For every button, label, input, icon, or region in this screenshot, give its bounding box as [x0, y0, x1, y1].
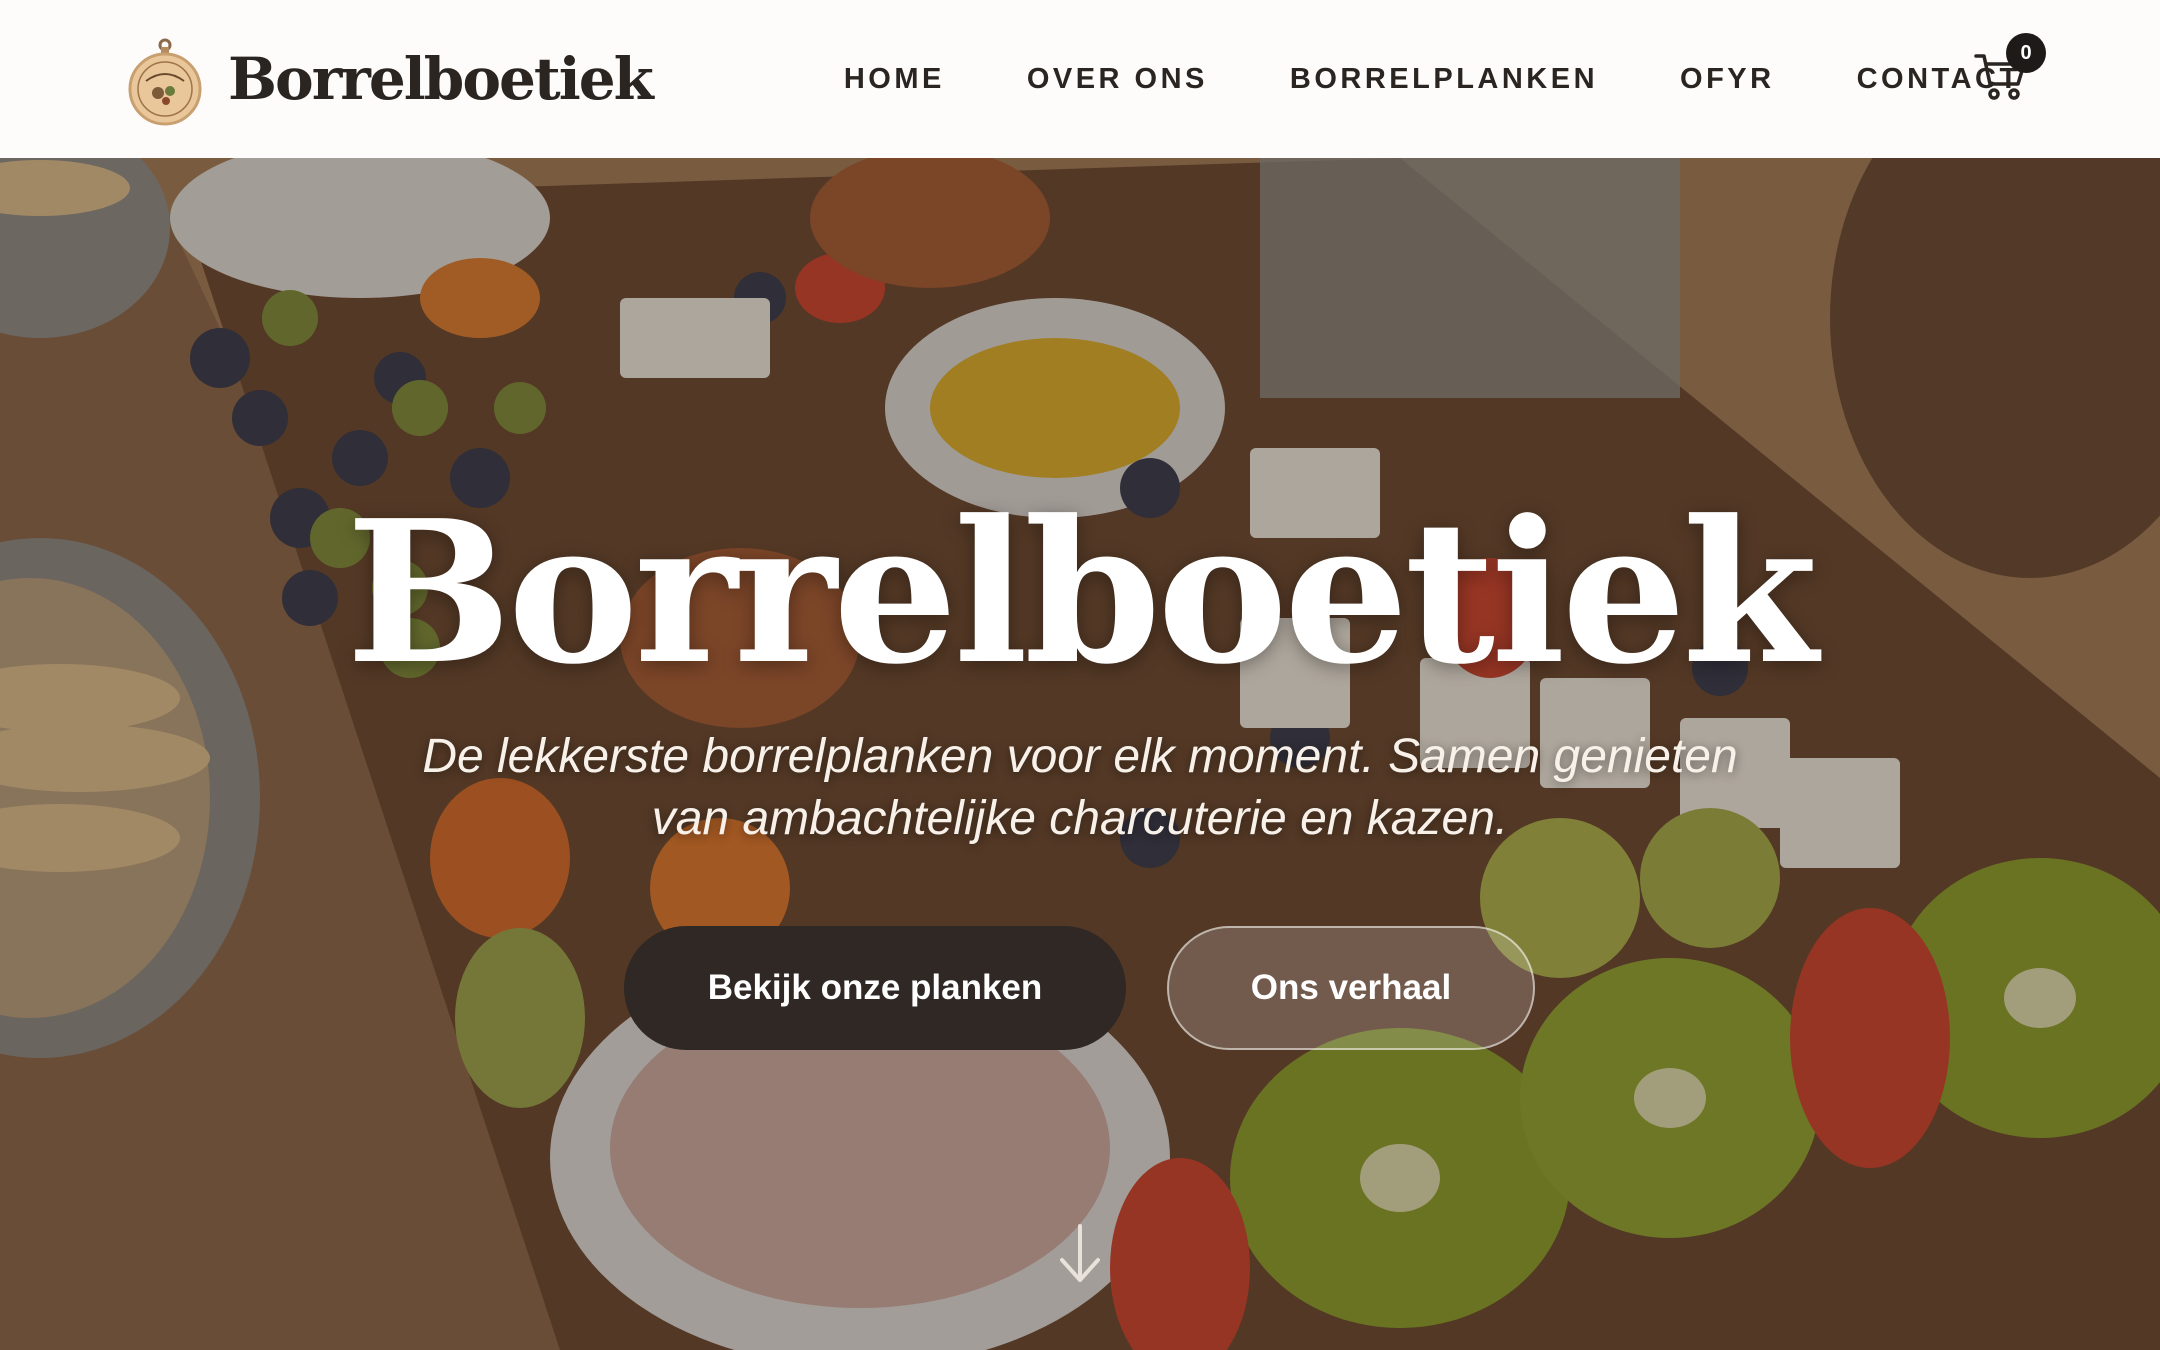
view-boards-button[interactable]: Bekijk onze planken — [624, 926, 1126, 1050]
borrelboetiek-badge-icon — [128, 38, 202, 126]
arrow-down-icon[interactable] — [1056, 1222, 1104, 1286]
brand-name: Borrelboetiek — [228, 45, 654, 113]
hero-subtitle: De lekkerste borrelplanken voor elk mome… — [422, 730, 1738, 845]
cart-count-badge: 0 — [2006, 33, 2046, 73]
our-story-button[interactable]: Ons verhaal — [1167, 926, 1535, 1050]
hero-title: Borrelboetiek — [345, 478, 1818, 708]
home-logo-link[interactable]: Borrelboetiek — [128, 31, 654, 127]
nav-borrelplanken[interactable]: BORRELPLANKEN — [1290, 63, 1598, 96]
nav-ofyr[interactable]: OFYR — [1680, 63, 1775, 96]
site-header: Borrelboetiek HOME OVER ONS BORRELPLANKE… — [0, 0, 2160, 158]
nav-over-ons[interactable]: OVER ONS — [1027, 63, 1208, 96]
main-nav: HOME OVER ONS BORRELPLANKEN OFYR CONTACT — [844, 63, 2021, 96]
nav-home[interactable]: HOME — [844, 63, 945, 96]
hero-section: Borrelboetiek De lekkerste borrelplanken… — [0, 158, 2160, 1350]
cart-button[interactable]: 0 — [1974, 33, 2046, 108]
